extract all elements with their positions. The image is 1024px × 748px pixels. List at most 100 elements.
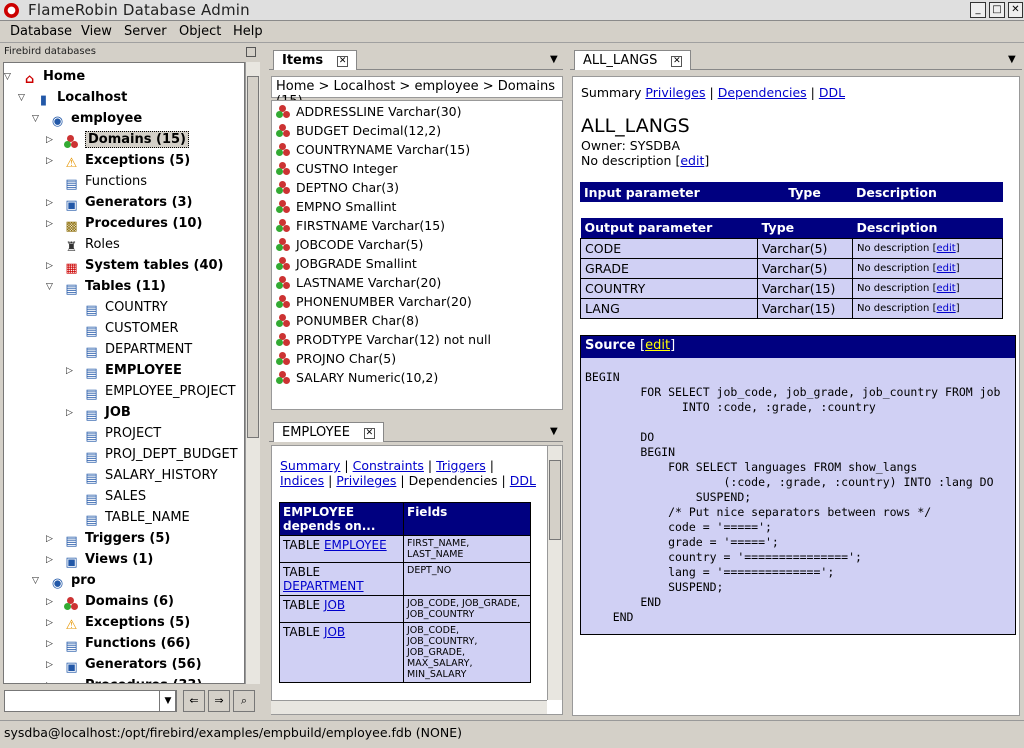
list-item[interactable]: PONUMBER Char(8) (276, 313, 419, 332)
source-edit-link[interactable]: edit (645, 338, 670, 353)
list-item[interactable]: JOBCODE Varchar(5) (276, 237, 423, 256)
dependency-link[interactable]: EMPLOYEE (324, 538, 387, 552)
search-prev-icon[interactable]: ⇐ (183, 690, 205, 712)
tree-node[interactable]: ▷ ▤ EMPLOYEE (66, 361, 182, 381)
edit-link[interactable]: edit (936, 243, 955, 254)
tree-node[interactable]: ▽ ⌂ Home (4, 67, 85, 87)
tree-node[interactable]: ▷ ▣ Views (1) (46, 550, 153, 570)
tree-node[interactable]: ▷ ▦ System tables (40) (46, 256, 223, 276)
list-item[interactable]: JOBGRADE Smallint (276, 256, 417, 275)
edit-link[interactable]: edit (680, 153, 704, 168)
database-tree[interactable]: ▽ ⌂ Home ▽ ▮ Localhost ▽ ◉ employee ▷ Domains (15)… (3, 62, 245, 684)
menu-database[interactable]: Database (10, 24, 72, 39)
dependency-link[interactable]: JOB (324, 625, 345, 639)
maximize-button[interactable]: □ (989, 2, 1005, 18)
link-ddl[interactable]: DDL (819, 85, 845, 100)
tab-items[interactable]: Items ✕ (273, 50, 358, 70)
collapse-icon[interactable]: ▽ (18, 93, 28, 103)
tree-node[interactable]: ▷ ⚠ Exceptions (5) (46, 613, 190, 633)
list-item[interactable]: PRODTYPE Varchar(12) not null (276, 332, 491, 351)
menu-server[interactable]: Server (124, 24, 167, 39)
panel-close-icon[interactable] (246, 47, 256, 57)
tree-node[interactable]: ▤ COUNTRY (84, 298, 167, 318)
tree-node[interactable]: ▽ ◉ pro (32, 571, 96, 591)
expand-icon[interactable]: ▷ (46, 135, 56, 145)
dependency-link[interactable]: JOB (324, 598, 345, 612)
tree-node[interactable]: ▷ ▣ Generators (3) (46, 193, 193, 213)
expand-icon[interactable]: ▷ (66, 366, 76, 376)
tab-close-icon[interactable]: ✕ (671, 56, 683, 67)
list-item[interactable]: PROJNO Char(5) (276, 351, 396, 370)
tree-search-input[interactable] (4, 690, 176, 712)
list-item[interactable]: COUNTRYNAME Varchar(15) (276, 142, 470, 161)
tab-all-langs[interactable]: ALL_LANGS ✕ (574, 50, 692, 70)
collapse-icon[interactable]: ▽ (32, 114, 42, 124)
list-item[interactable]: PHONENUMBER Varchar(20) (276, 294, 472, 313)
search-next-icon[interactable]: ⇒ (208, 690, 230, 712)
expand-icon[interactable]: ▷ (46, 639, 56, 649)
link-constraints[interactable]: Constraints (353, 458, 424, 473)
expand-icon[interactable]: ▷ (46, 534, 56, 544)
tree-node[interactable]: ▽ ◉ employee (32, 109, 142, 129)
search-dropdown-icon[interactable]: ▼ (159, 690, 177, 712)
link-privileges[interactable]: Privileges (645, 85, 705, 100)
expand-icon[interactable]: ▷ (46, 156, 56, 166)
tree-node[interactable]: ▷ Domains (15) (46, 130, 189, 150)
tree-node[interactable]: ▤ PROJECT (84, 424, 161, 444)
tree-node[interactable]: ▤ SALARY_HISTORY (84, 466, 217, 486)
expand-icon[interactable]: ▷ (46, 198, 56, 208)
expand-icon[interactable]: ▷ (46, 555, 56, 565)
minimize-button[interactable]: _ (970, 2, 986, 18)
tree-node[interactable]: ▷ ▩ Procedures (10) (46, 214, 202, 234)
tab-list-icon[interactable]: ▼ (1008, 54, 1016, 65)
tab-close-icon[interactable]: ✕ (337, 56, 349, 67)
list-item[interactable]: BUDGET Decimal(12,2) (276, 123, 441, 142)
tree-node[interactable]: ▽ ▮ Localhost (18, 88, 127, 108)
employee-hscrollbar[interactable] (271, 700, 547, 714)
list-item[interactable]: CUSTNO Integer (276, 161, 398, 180)
tree-node[interactable]: ▷ ▤ Triggers (5) (46, 529, 170, 549)
tree-node[interactable]: ▤ TABLE_NAME (84, 508, 189, 528)
domains-list[interactable]: ADDRESSLINE Varchar(30) BUDGET Decimal(12… (271, 100, 563, 410)
tree-node[interactable]: ▷ ⚠ Exceptions (5) (46, 151, 190, 171)
edit-link[interactable]: edit (936, 283, 955, 294)
tree-node[interactable]: ▤ Functions (64, 172, 147, 192)
tree-node[interactable]: ▽ ▤ Tables (11) (46, 277, 166, 297)
menu-view[interactable]: View (81, 24, 112, 39)
expand-icon[interactable]: ▷ (46, 660, 56, 670)
collapse-icon[interactable]: ▽ (32, 576, 42, 586)
tree-scrollbar[interactable] (245, 62, 260, 684)
expand-icon[interactable]: ▷ (66, 408, 76, 418)
expand-icon[interactable]: ▷ (46, 597, 56, 607)
tab-employee[interactable]: EMPLOYEE ✕ (273, 422, 384, 442)
tree-node[interactable]: ▷ Domains (6) (46, 592, 174, 612)
tree-node[interactable]: ♜ Roles (64, 235, 120, 255)
collapse-icon[interactable]: ▽ (4, 72, 14, 82)
tree-node[interactable]: ▤ PROJ_DEPT_BUDGET (84, 445, 237, 465)
employee-scrollbar[interactable] (547, 446, 562, 700)
expand-icon[interactable]: ▷ (46, 681, 56, 683)
menu-object[interactable]: Object (179, 24, 221, 39)
expand-icon[interactable]: ▷ (46, 618, 56, 628)
edit-link[interactable]: edit (936, 303, 955, 314)
scrollbar-thumb[interactable] (549, 460, 561, 540)
tree-node[interactable]: ▤ DEPARTMENT (84, 340, 192, 360)
tree-node[interactable]: ▤ SALES (84, 487, 146, 507)
tree-node[interactable]: ▷ ▣ Generators (56) (46, 655, 202, 675)
close-button[interactable]: ✕ (1008, 2, 1023, 18)
edit-link[interactable]: edit (936, 263, 955, 274)
link-summary[interactable]: Summary (280, 458, 340, 473)
collapse-icon[interactable]: ▽ (46, 282, 56, 292)
list-item[interactable]: SALARY Numeric(10,2) (276, 370, 438, 389)
link-ddl[interactable]: DDL (510, 473, 536, 488)
tree-node[interactable]: ▷ ▤ JOB (66, 403, 131, 423)
link-indices[interactable]: Indices (280, 473, 324, 488)
list-item[interactable]: DEPTNO Char(3) (276, 180, 399, 199)
menu-help[interactable]: Help (233, 24, 263, 39)
list-item[interactable]: FIRSTNAME Varchar(15) (276, 218, 445, 237)
tree-node[interactable]: ▷ ▩ Procedures (33) (46, 676, 202, 683)
expand-icon[interactable]: ▷ (46, 261, 56, 271)
tree-node[interactable]: ▤ EMPLOYEE_PROJECT (84, 382, 235, 402)
dependency-link[interactable]: DEPARTMENT (283, 579, 364, 593)
list-item[interactable]: LASTNAME Varchar(20) (276, 275, 441, 294)
